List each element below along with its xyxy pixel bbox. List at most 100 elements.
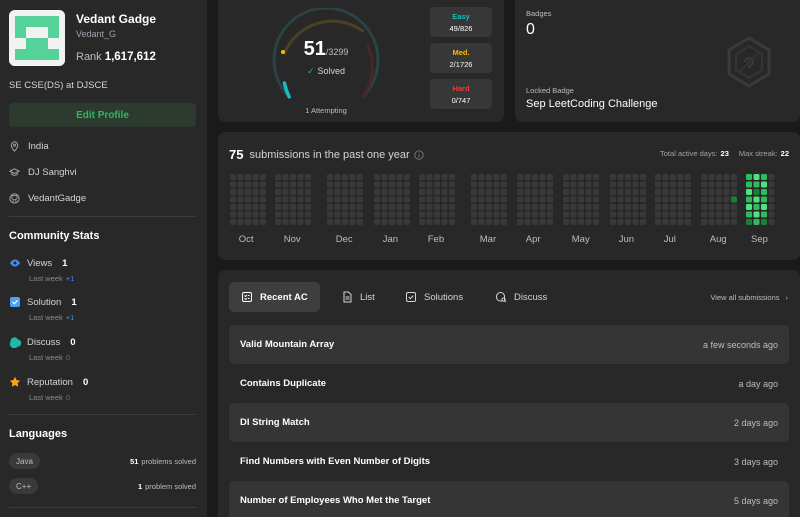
heatmap-cell[interactable] (252, 181, 259, 188)
heatmap-cell[interactable] (434, 204, 440, 210)
heatmap-cell[interactable] (746, 211, 752, 218)
heatmap-cell[interactable] (632, 181, 639, 188)
heatmap-cell[interactable] (434, 211, 440, 218)
language-tag-cpp[interactable]: C++ (9, 478, 39, 494)
heatmap-cell[interactable] (640, 211, 646, 218)
heatmap-cell[interactable] (426, 219, 433, 225)
heatmap-cell[interactable] (677, 204, 684, 210)
heatmap-cell[interactable] (230, 219, 236, 225)
heatmap-cell[interactable] (237, 181, 244, 188)
heatmap-cell[interactable] (486, 219, 492, 225)
heatmap-cell[interactable] (297, 196, 304, 203)
heatmap-cell[interactable] (334, 174, 341, 180)
heatmap-cell[interactable] (327, 189, 333, 195)
heatmap-cell[interactable] (434, 196, 440, 203)
heatmap-cell[interactable] (655, 181, 661, 188)
heatmap-cell[interactable] (585, 174, 592, 180)
heatmap-cell[interactable] (532, 204, 538, 210)
heatmap-cell[interactable] (753, 219, 760, 225)
heatmap-cell[interactable] (532, 189, 538, 195)
heatmap-cell[interactable] (617, 219, 624, 225)
heatmap-cell[interactable] (327, 174, 333, 180)
heatmap-cell[interactable] (746, 196, 752, 203)
heatmap-cell[interactable] (524, 189, 531, 195)
heatmap-cell[interactable] (327, 204, 333, 210)
heatmap-cell[interactable] (282, 189, 289, 195)
heatmap-cell[interactable] (532, 174, 538, 180)
heatmap-cell[interactable] (396, 219, 403, 225)
heatmap-cell[interactable] (708, 196, 715, 203)
heatmap-cell[interactable] (768, 189, 775, 195)
heatmap-cell[interactable] (761, 196, 767, 203)
heatmap-cell[interactable] (708, 181, 715, 188)
heatmap-cell[interactable] (290, 211, 296, 218)
heatmap-cell[interactable] (245, 189, 251, 195)
github-row[interactable]: VedantGadge (9, 193, 86, 204)
heatmap-cell[interactable] (539, 211, 546, 218)
heatmap-cell[interactable] (517, 181, 523, 188)
heatmap-cell[interactable] (441, 211, 448, 218)
heatmap-cell[interactable] (585, 204, 592, 210)
heatmap-cell[interactable] (563, 189, 569, 195)
heatmap-cell[interactable] (381, 174, 388, 180)
heatmap-cell[interactable] (290, 219, 296, 225)
heatmap-cell[interactable] (237, 196, 244, 203)
heatmap-cell[interactable] (655, 219, 661, 225)
heatmap-cell[interactable] (486, 211, 492, 218)
heatmap-cell[interactable] (334, 189, 341, 195)
heatmap-cell[interactable] (578, 181, 584, 188)
heatmap-cell[interactable] (282, 211, 289, 218)
heatmap-cell[interactable] (761, 181, 767, 188)
heatmap-cell[interactable] (290, 196, 296, 203)
heatmap-cell[interactable] (617, 196, 624, 203)
heatmap-cell[interactable] (563, 211, 569, 218)
heatmap-cell[interactable] (768, 219, 775, 225)
heatmap-cell[interactable] (685, 189, 691, 195)
heatmap-cell[interactable] (374, 204, 380, 210)
heatmap-cell[interactable] (230, 174, 236, 180)
heatmap-cell[interactable] (419, 211, 425, 218)
heatmap-cell[interactable] (349, 181, 356, 188)
heatmap-cell[interactable] (701, 211, 707, 218)
heatmap-cell[interactable] (708, 204, 715, 210)
heatmap-cell[interactable] (305, 181, 311, 188)
heatmap-cell[interactable] (570, 204, 577, 210)
heatmap-cell[interactable] (290, 189, 296, 195)
heatmap-cell[interactable] (539, 181, 546, 188)
avatar[interactable] (9, 10, 65, 66)
heatmap-cell[interactable] (547, 219, 553, 225)
heatmap-cell[interactable] (685, 181, 691, 188)
heatmap-cell[interactable] (396, 196, 403, 203)
heatmap-cell[interactable] (389, 211, 395, 218)
heatmap-cell[interactable] (252, 219, 259, 225)
heatmap-cell[interactable] (342, 196, 348, 203)
heatmap-cell[interactable] (617, 181, 624, 188)
heatmap-cell[interactable] (449, 174, 455, 180)
heatmap-cell[interactable] (753, 189, 760, 195)
heatmap-cell[interactable] (349, 189, 356, 195)
heatmap-cell[interactable] (334, 204, 341, 210)
heatmap-cell[interactable] (349, 219, 356, 225)
submission-row[interactable]: Contains Duplicate a day ago (229, 364, 789, 403)
heatmap-cell[interactable] (723, 219, 730, 225)
heatmap-cell[interactable] (610, 181, 616, 188)
heatmap-cell[interactable] (655, 174, 661, 180)
heatmap-cell[interactable] (237, 211, 244, 218)
heatmap-cell[interactable] (723, 189, 730, 195)
heatmap-cell[interactable] (230, 211, 236, 218)
heatmap-cell[interactable] (610, 174, 616, 180)
heatmap-cell[interactable] (670, 204, 676, 210)
heatmap-cell[interactable] (547, 211, 553, 218)
heatmap-cell[interactable] (593, 189, 599, 195)
heatmap-cell[interactable] (655, 189, 661, 195)
heatmap-cell[interactable] (517, 211, 523, 218)
heatmap-cell[interactable] (593, 196, 599, 203)
heatmap-cell[interactable] (501, 219, 507, 225)
heatmap-cell[interactable] (563, 204, 569, 210)
heatmap-cell[interactable] (374, 189, 380, 195)
heatmap-cell[interactable] (578, 219, 584, 225)
heatmap-cell[interactable] (761, 174, 767, 180)
heatmap-cell[interactable] (625, 189, 631, 195)
heatmap-cell[interactable] (245, 219, 251, 225)
heatmap-cell[interactable] (731, 189, 737, 195)
